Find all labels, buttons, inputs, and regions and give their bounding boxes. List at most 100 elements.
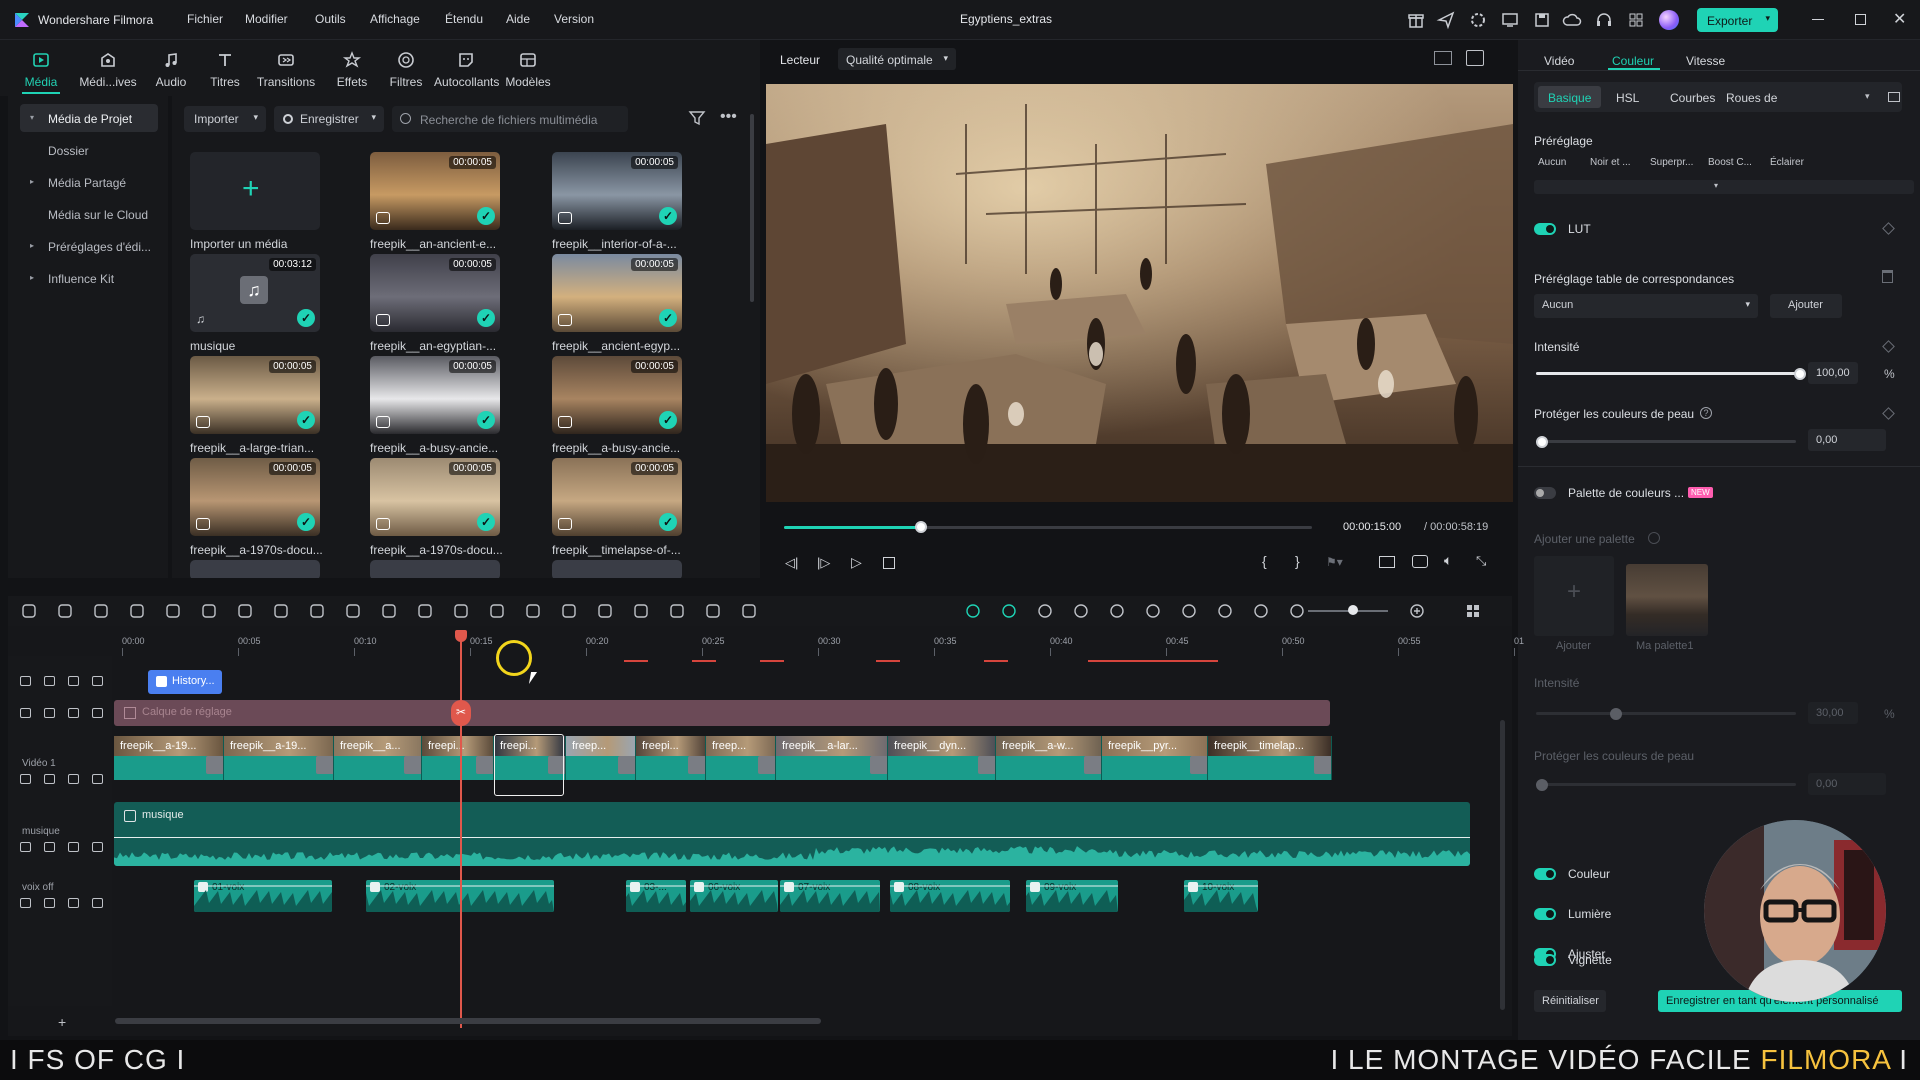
toolbar-stickers[interactable]: Autocollants [434,48,499,94]
playback-progress[interactable] [784,521,1312,533]
video-media-tile[interactable]: 00:00:05 ✓ [370,458,500,536]
grid-apps-icon[interactable] [1626,10,1646,30]
video-media-tile[interactable] [552,560,682,578]
crop-icon[interactable] [236,602,254,620]
speaker-icon[interactable] [44,898,55,908]
minimize-icon[interactable] [1812,19,1824,20]
grid-settings-icon[interactable] [1464,602,1482,620]
redo-icon[interactable] [128,602,146,620]
voice-clip[interactable]: 07-voix [780,880,880,912]
video-clip[interactable]: freep... [706,736,776,780]
render-icon[interactable] [1072,602,1090,620]
record-dropdown[interactable]: Enregistrer ▾ [274,106,384,132]
voice-clip[interactable]: 10-voix [1184,880,1258,912]
volume-icon[interactable]: 🔈︎ [1444,552,1452,569]
video-preview[interactable] [766,84,1513,502]
menu-6[interactable]: Version [554,12,594,26]
gift-icon[interactable] [1406,10,1426,30]
preset-2[interactable]: Superpr... [1650,157,1693,168]
delete-icon[interactable] [164,602,182,620]
timeline-ruler[interactable]: 00:00 00:05 00:10 00:15 00:20 00:25 00:30 00:35… [112,632,1524,656]
keyframe-icon[interactable] [632,602,650,620]
lut-toggle[interactable] [1534,223,1556,235]
lut-keyframe-icon[interactable] [1882,222,1895,235]
toolbar-stock-media[interactable]: Médi...ives [76,48,140,94]
skin-value[interactable]: 0,00 [1808,429,1886,451]
search-input[interactable]: Recherche de fichiers multimédia [420,113,597,127]
video-clip[interactable]: freepik__a-19... [114,736,224,780]
eye-icon[interactable] [68,676,79,686]
rectangle-icon[interactable] [344,602,362,620]
toolbar-media[interactable]: Média [9,48,73,94]
search-field[interactable]: Recherche de fichiers multimédia [392,106,628,132]
toolbar-templates[interactable]: Modèles [496,48,560,94]
trash-icon[interactable] [1882,270,1893,283]
quality-dropdown[interactable]: Qualité optimale ▾ [838,48,956,70]
cloud-icon[interactable] [1562,10,1582,30]
audio-media-tile[interactable]: ♫ ♫ 00:03:12 ✓ [190,254,320,332]
transition-icon[interactable] [1084,756,1101,774]
media-scrollbar[interactable] [750,114,754,302]
add-palette-tile[interactable]: + [1534,556,1614,636]
cut-icon[interactable] [200,602,218,620]
layout-icon[interactable] [20,602,38,620]
sidebar-item-4[interactable]: ▸ Préréglages d'édi... [20,232,158,260]
zoom-out-icon[interactable] [1288,602,1306,620]
group-icon[interactable] [704,602,722,620]
folder-icon[interactable] [20,774,31,784]
intensity-keyframe-icon[interactable] [1882,340,1895,353]
video-media-tile[interactable]: 00:00:05 ✓ [552,458,682,536]
headset-icon[interactable] [1594,10,1614,30]
video-clip[interactable]: freepik__a-19... [224,736,334,780]
inspector-tab-0[interactable]: Vidéo [1544,54,1574,68]
stop-icon[interactable] [883,557,895,569]
text-tool-icon[interactable] [308,602,326,620]
playhead-handle[interactable] [455,630,467,642]
edit-icon[interactable] [524,602,542,620]
subtab-more-icon[interactable]: ▾ [1865,91,1870,102]
transition-icon[interactable] [1314,756,1331,774]
voice-clip[interactable]: 03-... [626,880,686,912]
preset-1[interactable]: Noir et ... [1590,157,1631,168]
import-dropdown[interactable]: Importer ▾ [184,106,266,132]
speaker-icon[interactable] [44,708,55,718]
lut-select[interactable]: Aucun ▾ [1534,294,1758,318]
playhead-line[interactable] [460,634,462,1028]
eye-icon[interactable] [68,898,79,908]
eye-icon[interactable] [68,708,79,718]
monitor-icon[interactable] [1500,10,1520,30]
shield-icon[interactable] [1108,602,1126,620]
toolbar-transitions[interactable]: Transitions [254,48,318,94]
palette-toggle[interactable] [1534,487,1556,499]
camera-snapshot-icon[interactable] [1412,555,1428,568]
preset-0[interactable]: Aucun [1538,157,1566,168]
zoom-handle[interactable] [1348,605,1358,615]
video-media-tile[interactable] [190,560,320,578]
panel-toggle-icon[interactable] [1888,92,1900,102]
skin-help-icon[interactable]: ? [1700,407,1712,419]
preset-expand-icon[interactable]: ▾ [1714,181,1718,190]
reset-button[interactable]: Réinitialiser [1534,990,1606,1012]
video-media-tile[interactable]: 00:00:05 ✓ [190,458,320,536]
folder-icon[interactable] [20,842,31,852]
color-subtab-0[interactable]: Basique [1538,86,1602,108]
ai-icon[interactable] [488,602,506,620]
inspector-tab-1[interactable]: Couleur [1612,54,1654,68]
mark-out-icon[interactable]: } [1295,553,1300,569]
grid-view-icon[interactable] [1434,51,1452,65]
menu-3[interactable]: Affichage [370,12,420,26]
mask-icon[interactable] [380,602,398,620]
save-icon[interactable] [1532,10,1552,30]
video-media-tile[interactable]: 00:00:05 ✓ [370,152,500,230]
menu-0[interactable]: Fichier [187,12,223,26]
sidebar-item-3[interactable]: Média sur le Cloud [20,200,158,228]
video-clip[interactable]: freepi... [636,736,706,780]
skin2-slider[interactable] [1536,783,1796,786]
transition-icon[interactable] [316,756,333,774]
speed-icon[interactable] [416,602,434,620]
stabilize-icon[interactable] [740,602,758,620]
video-media-tile[interactable]: 00:00:05 ✓ [552,152,682,230]
color-icon[interactable] [452,602,470,620]
video-media-tile[interactable]: 00:00:05 ✓ [370,254,500,332]
intensity-value[interactable]: 100,00 [1808,362,1858,384]
